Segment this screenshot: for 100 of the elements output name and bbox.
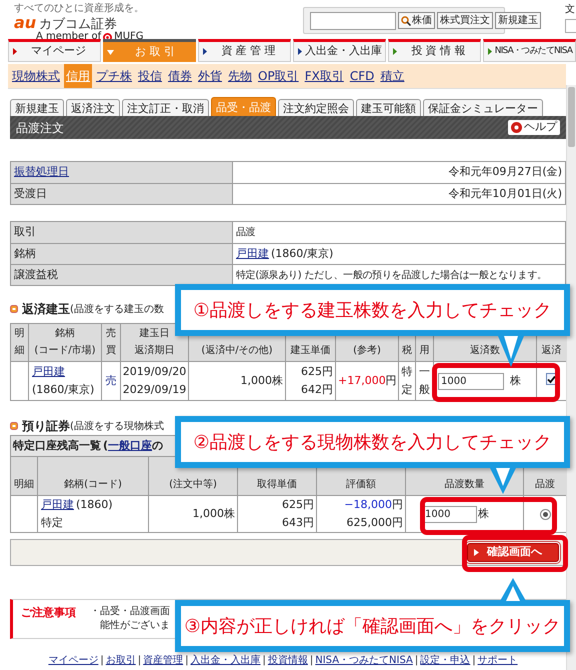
callout-box: ①品渡しをする建玉株数を入力してチェック [175,284,570,336]
unit-text: 円 [392,497,403,513]
column-header-text: 用 [420,344,430,358]
footer-link[interactable]: 設定・申込 [420,654,470,667]
logo-mark: au [14,15,36,31]
tab[interactable]: 保証金シミュレーター [423,99,543,116]
column-header-text: 返済 [542,344,562,358]
sub-nav-link[interactable]: 外貨 [196,64,224,88]
tab[interactable]: 建玉可能額 [356,99,421,116]
column-header-text: 売買 [105,326,117,358]
tab[interactable]: 注文訂正・取消 [122,99,209,116]
table-text: 625,000円 [346,515,403,531]
account-link[interactable]: 一般口座 [108,438,152,452]
member-text: A member of [36,32,102,42]
quantity-field[interactable]: 1000 [422,506,477,522]
quantity-field[interactable]: 1000 [438,372,504,390]
search-field[interactable] [310,12,396,30]
nav-tab[interactable]: 資 産 管 理 [198,39,291,62]
sub-nav-link[interactable]: 先物 [226,64,254,88]
arrow-icon [393,48,397,55]
column-header-text: (注文中等) [169,478,217,492]
callout-pointer [500,578,526,601]
column-header-text: 取得単価 [257,478,297,492]
table-text: 2029/09/19 [122,382,188,398]
table-text: 642円 [300,382,333,398]
date-link[interactable]: 振替処理日 [14,164,69,181]
nav-tab[interactable]: マイページ [8,39,101,62]
sub-nav-link[interactable]: 現物株式 [10,64,62,88]
table-cell: 1,000株 [188,362,286,400]
font-size-select[interactable] [565,19,576,33]
arrow-icon [474,549,479,556]
stock-link[interactable]: 戸田建 [236,246,269,262]
sub-nav-link[interactable]: OP取引 [256,64,301,88]
table-text: (1860) [76,497,113,513]
table-text: 643円 [281,515,314,531]
column-header-text: 返済期日 [134,344,174,358]
sub-nav-link[interactable]: プチ株 [94,64,134,88]
footer-link[interactable]: 投資情報 [268,654,308,667]
unit-text: 円 [386,374,397,387]
sub-nav-link[interactable]: 投信 [136,64,164,88]
search-button[interactable]: 株式買注文 [437,12,493,29]
search-button[interactable]: 新規建玉 [495,12,541,29]
table-text: 2019/09/20 [122,364,188,380]
column-header-text: 銘柄(コード) [64,478,122,492]
sub-nav-link[interactable]: 債券 [166,64,194,88]
callout-pointer [498,336,524,367]
table-cell: 1,000株 [148,496,238,532]
notice-title: ご注意事項 [21,605,76,621]
tab[interactable]: 新規建玉 [10,99,64,116]
column-header-text: (返済中/その他) [201,344,273,358]
tab[interactable]: 注文約定照会 [278,99,354,116]
column-header-text: 返済数 [470,344,500,358]
help-button[interactable]: ヘルプ [508,120,560,135]
callout-pointer [490,468,516,494]
section-note: (品渡をする建玉の数 [70,302,164,316]
section-note: (品渡をする現物株式 [70,420,164,434]
help-icon [511,122,522,133]
sub-nav-link[interactable]: CFD [348,64,376,88]
scroll-thumb[interactable] [568,87,575,147]
footer-link[interactable]: 入出金・入出庫 [190,654,260,667]
footer-link[interactable]: NISA・つみたてNISA [315,654,413,667]
search-icon [401,16,411,26]
link-separator: | [414,654,418,667]
table-title: 特定口座残高一覧 [13,438,101,452]
footer-link[interactable]: 資産管理 [143,654,184,667]
profit-value: +17,000 [338,374,386,387]
table-title: の [152,438,164,452]
column-header-text: 品渡 [535,478,556,492]
member-brand: MUFG [114,32,144,42]
confirm-button[interactable]: 確認画面へ [467,543,559,562]
section-title: 返済建玉 [22,301,70,318]
column-header-text: (コード/市場) [34,344,96,358]
column-header-text: 明細 [14,327,26,358]
sub-nav-link[interactable]: 積立 [378,64,406,88]
table-cell: 売 [102,362,120,400]
footer-link[interactable]: マイページ [48,654,98,667]
nav-tab[interactable]: 投 資 情 報 [388,39,481,62]
panel-title: 品渡注文 [16,120,64,136]
tab[interactable]: 返済注文 [66,99,120,116]
table-text: 特定 [41,515,64,531]
link-separator: | [100,654,104,667]
callout-box: ②品渡しをする現物株数を入力してチェック [175,416,570,468]
radio-button[interactable] [540,508,551,520]
stock-link[interactable]: 戸田建 [41,496,74,514]
footer-link[interactable]: サポート [478,654,518,667]
column-header-text: 評価額 [346,478,376,492]
label-cell: 受渡日 [11,184,233,204]
sub-nav-link[interactable]: FX取引 [302,64,346,88]
nav-tab[interactable]: NISA・つみたてNISA [483,39,576,62]
table-text: (1860/東京) [32,382,96,398]
nav-tab[interactable]: 入出金・入出庫 [293,39,386,62]
column-header-text: 建玉日 [140,326,170,341]
link-separator: | [310,654,314,667]
arrow-icon [298,48,302,55]
footer-link[interactable]: お取引 [106,654,136,667]
search-button[interactable]: 株価 [398,12,435,29]
link-separator: | [472,654,476,667]
column-header-text: (参考) [353,344,381,358]
stock-link[interactable]: 戸田建 [32,363,98,381]
section-title: 預り証券 [22,418,70,435]
